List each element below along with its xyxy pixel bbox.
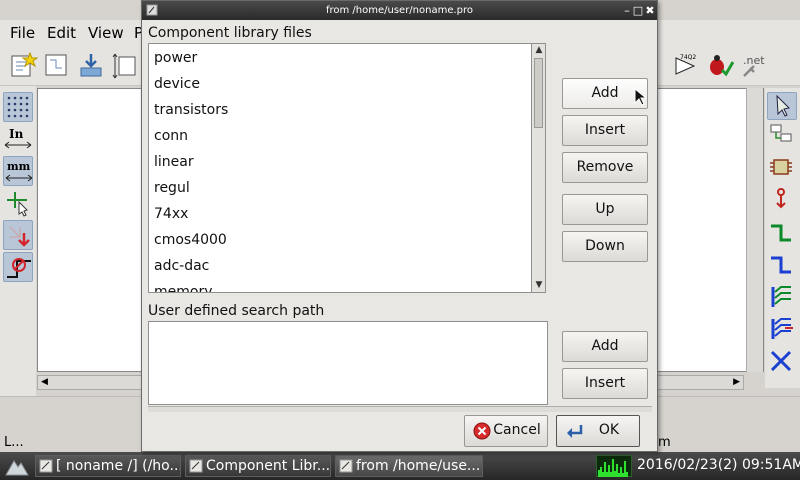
cancel-button[interactable]: Cancel xyxy=(464,415,548,447)
dialog-titlebar[interactable]: from /home/user/noname.pro – □ ✖ xyxy=(142,1,657,20)
search-path-list[interactable] xyxy=(148,321,548,405)
scroll-down-icon[interactable]: ▼ xyxy=(534,280,544,290)
orthogonal-wire-icon[interactable] xyxy=(3,252,33,282)
menu-view[interactable]: View xyxy=(88,24,124,42)
status-right-text: m xyxy=(658,435,671,450)
left-toolbar: In mm xyxy=(0,86,36,396)
search-path-label: User defined search path xyxy=(148,303,325,319)
units-mm-icon[interactable]: mm xyxy=(3,156,33,186)
start-menu-icon[interactable] xyxy=(4,457,30,477)
task-eeschema-label: [ noname /] (/ho... xyxy=(56,458,181,474)
place-wire-icon[interactable] xyxy=(767,220,797,248)
grid-toggle-icon[interactable] xyxy=(3,92,33,122)
cancel-button-label: Cancel xyxy=(493,422,541,438)
task-component-libraries[interactable]: Component Libr... xyxy=(185,455,331,477)
task-component-libraries-label: Component Libr... xyxy=(206,458,331,474)
place-bus-icon[interactable] xyxy=(767,252,797,280)
list-item[interactable]: power xyxy=(154,45,197,71)
ok-button-label: OK xyxy=(598,422,620,438)
list-item[interactable]: linear xyxy=(154,149,194,175)
list-item[interactable]: 74xx xyxy=(154,201,188,227)
task-dialog[interactable]: from /home/use... xyxy=(335,455,483,477)
erc-bug-icon[interactable] xyxy=(704,50,735,80)
remove-library-button[interactable]: Remove xyxy=(562,152,648,183)
status-left-text: L... xyxy=(4,435,24,450)
annotate-chip-icon[interactable]: 74Q2 xyxy=(670,50,700,80)
add-path-button[interactable]: Add xyxy=(562,331,648,362)
bus-to-bus-entry-icon[interactable] xyxy=(767,316,797,344)
insert-path-button[interactable]: Insert xyxy=(562,368,648,399)
menu-file[interactable]: File xyxy=(10,24,35,42)
library-list-scroll-thumb[interactable] xyxy=(534,58,543,128)
units-inch-icon[interactable]: In xyxy=(3,124,33,154)
hierarchy-navigator-icon[interactable] xyxy=(767,122,797,150)
annotate-chip-label: 74Q2 xyxy=(680,54,696,61)
select-arrow-icon[interactable] xyxy=(767,92,797,120)
ok-return-icon xyxy=(567,425,583,438)
dialog-app-icon xyxy=(146,4,158,16)
library-settings-dialog: from /home/user/noname.pro – □ ✖ Compone… xyxy=(141,0,658,452)
task-dialog-label: from /home/use... xyxy=(356,458,481,474)
search-path-scrollbar[interactable] xyxy=(148,406,652,412)
task-eeschema[interactable]: [ noname /] (/ho... xyxy=(35,455,181,477)
scroll-up-icon[interactable]: ▲ xyxy=(534,45,544,55)
netlist-label: .net xyxy=(743,54,765,67)
open-sheet-icon[interactable] xyxy=(42,50,72,80)
menu-edit[interactable]: Edit xyxy=(47,24,76,42)
mouse-cursor-icon xyxy=(634,88,646,106)
list-item[interactable]: adc-dac xyxy=(154,253,209,279)
close-icon[interactable]: ✖ xyxy=(643,1,657,20)
place-power-icon[interactable] xyxy=(767,186,797,214)
right-toolbar xyxy=(765,88,800,388)
canvas-vertical-scrollbar[interactable] xyxy=(746,88,763,372)
component-libraries-task-icon xyxy=(189,459,203,473)
list-item[interactable]: transistors xyxy=(154,97,228,123)
units-inch-label: In xyxy=(9,127,24,141)
cpu-monitor-icon xyxy=(596,455,632,477)
units-mm-label: mm xyxy=(7,160,31,173)
move-up-button[interactable]: Up xyxy=(562,194,648,225)
move-down-button[interactable]: Down xyxy=(562,231,648,262)
page-settings-icon[interactable] xyxy=(112,50,142,80)
netlist-icon[interactable]: .net xyxy=(738,50,768,80)
scroll-right-icon[interactable]: ▶ xyxy=(733,377,740,387)
list-item[interactable]: regul xyxy=(154,175,190,201)
list-item[interactable]: cmos4000 xyxy=(154,227,227,253)
library-list-scrollbar[interactable]: ▲ ▼ xyxy=(531,43,546,293)
library-files-label: Component library files xyxy=(148,25,312,41)
insert-library-button[interactable]: Insert xyxy=(562,115,648,146)
cursor-shape-icon[interactable] xyxy=(3,188,33,218)
ok-button[interactable]: OK xyxy=(556,415,640,447)
taskbar-clock: 2016/02/23(2) 09:51AM xyxy=(637,457,800,473)
save-icon[interactable] xyxy=(76,50,106,80)
list-item[interactable]: device xyxy=(154,71,200,97)
dialog-task-icon xyxy=(339,459,353,473)
library-file-list[interactable]: power device transistors conn linear reg… xyxy=(148,43,546,293)
wire-to-bus-entry-icon[interactable] xyxy=(767,284,797,312)
place-component-icon[interactable] xyxy=(767,154,797,182)
no-connect-icon[interactable] xyxy=(767,348,797,376)
cancel-icon xyxy=(473,422,491,440)
new-schematic-icon[interactable] xyxy=(8,50,39,80)
dialog-title: from /home/user/noname.pro xyxy=(325,5,474,16)
taskbar: [ noname /] (/ho... Component Libr... fr… xyxy=(0,452,800,480)
list-item[interactable]: conn xyxy=(154,123,188,149)
show-pins-icon[interactable] xyxy=(3,220,33,250)
eeschema-task-icon xyxy=(39,459,53,473)
list-item[interactable]: memory xyxy=(154,279,213,292)
scroll-left-icon[interactable]: ◀ xyxy=(41,377,48,387)
